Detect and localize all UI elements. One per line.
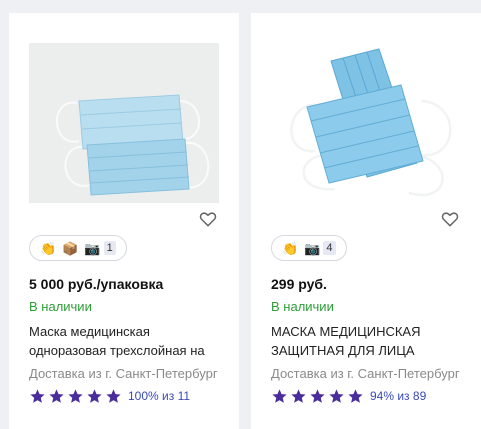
rating-summary-link[interactable]: 94% из 89	[370, 389, 426, 403]
product-photo[interactable]	[29, 43, 219, 203]
star-icon	[348, 388, 363, 403]
star-icon	[30, 388, 45, 403]
availability-status: В наличии	[29, 299, 92, 314]
delivery-info: Доставка из г. Санкт-Петербург	[29, 366, 218, 381]
star-icon	[87, 388, 102, 403]
star-icon	[291, 388, 306, 403]
box-icon: 📦	[62, 240, 79, 256]
star-icon	[106, 388, 121, 403]
seller-badges: 👏 📷 4	[271, 235, 347, 261]
favorite-heart-icon[interactable]	[440, 209, 460, 229]
product-title[interactable]: Маска медицинская одноразовая трехслойна…	[29, 322, 225, 360]
camera-icon: 📷	[304, 240, 321, 256]
availability-status: В наличии	[271, 299, 334, 314]
product-photo[interactable]	[271, 43, 461, 203]
product-price: 5 000 руб./упаковка	[29, 276, 164, 292]
camera-icon: 📷	[84, 240, 101, 256]
star-icon	[49, 388, 64, 403]
favorite-heart-icon[interactable]	[198, 209, 218, 229]
clapping-hands-icon: 👏	[282, 240, 299, 256]
star-icon	[68, 388, 83, 403]
product-price: 299 руб.	[271, 276, 327, 292]
rating-summary-link[interactable]: 100% из 11	[128, 389, 190, 403]
delivery-info: Доставка из г. Санкт-Петербург	[271, 366, 460, 381]
clapping-hands-icon: 👏	[40, 240, 57, 256]
photo-count: 4	[323, 241, 336, 255]
product-card[interactable]: 👏 📷 4 299 руб. В наличии МАСКА МЕДИЦИНСК…	[251, 13, 481, 429]
product-title[interactable]: МАСКА МЕДИЦИНСКАЯ ЗАЩИТНАЯ ДЛЯ ЛИЦА	[271, 322, 467, 360]
product-rating[interactable]: 100% из 11	[29, 387, 190, 405]
product-rating[interactable]: 94% из 89	[271, 387, 426, 405]
star-icon	[329, 388, 344, 403]
product-card[interactable]: 👏 📦 📷 1 5 000 руб./упаковка В наличии Ма…	[9, 13, 239, 429]
seller-badges: 👏 📦 📷 1	[29, 235, 127, 261]
star-icon	[310, 388, 325, 403]
star-icon	[272, 388, 287, 403]
photo-count: 1	[103, 241, 116, 255]
